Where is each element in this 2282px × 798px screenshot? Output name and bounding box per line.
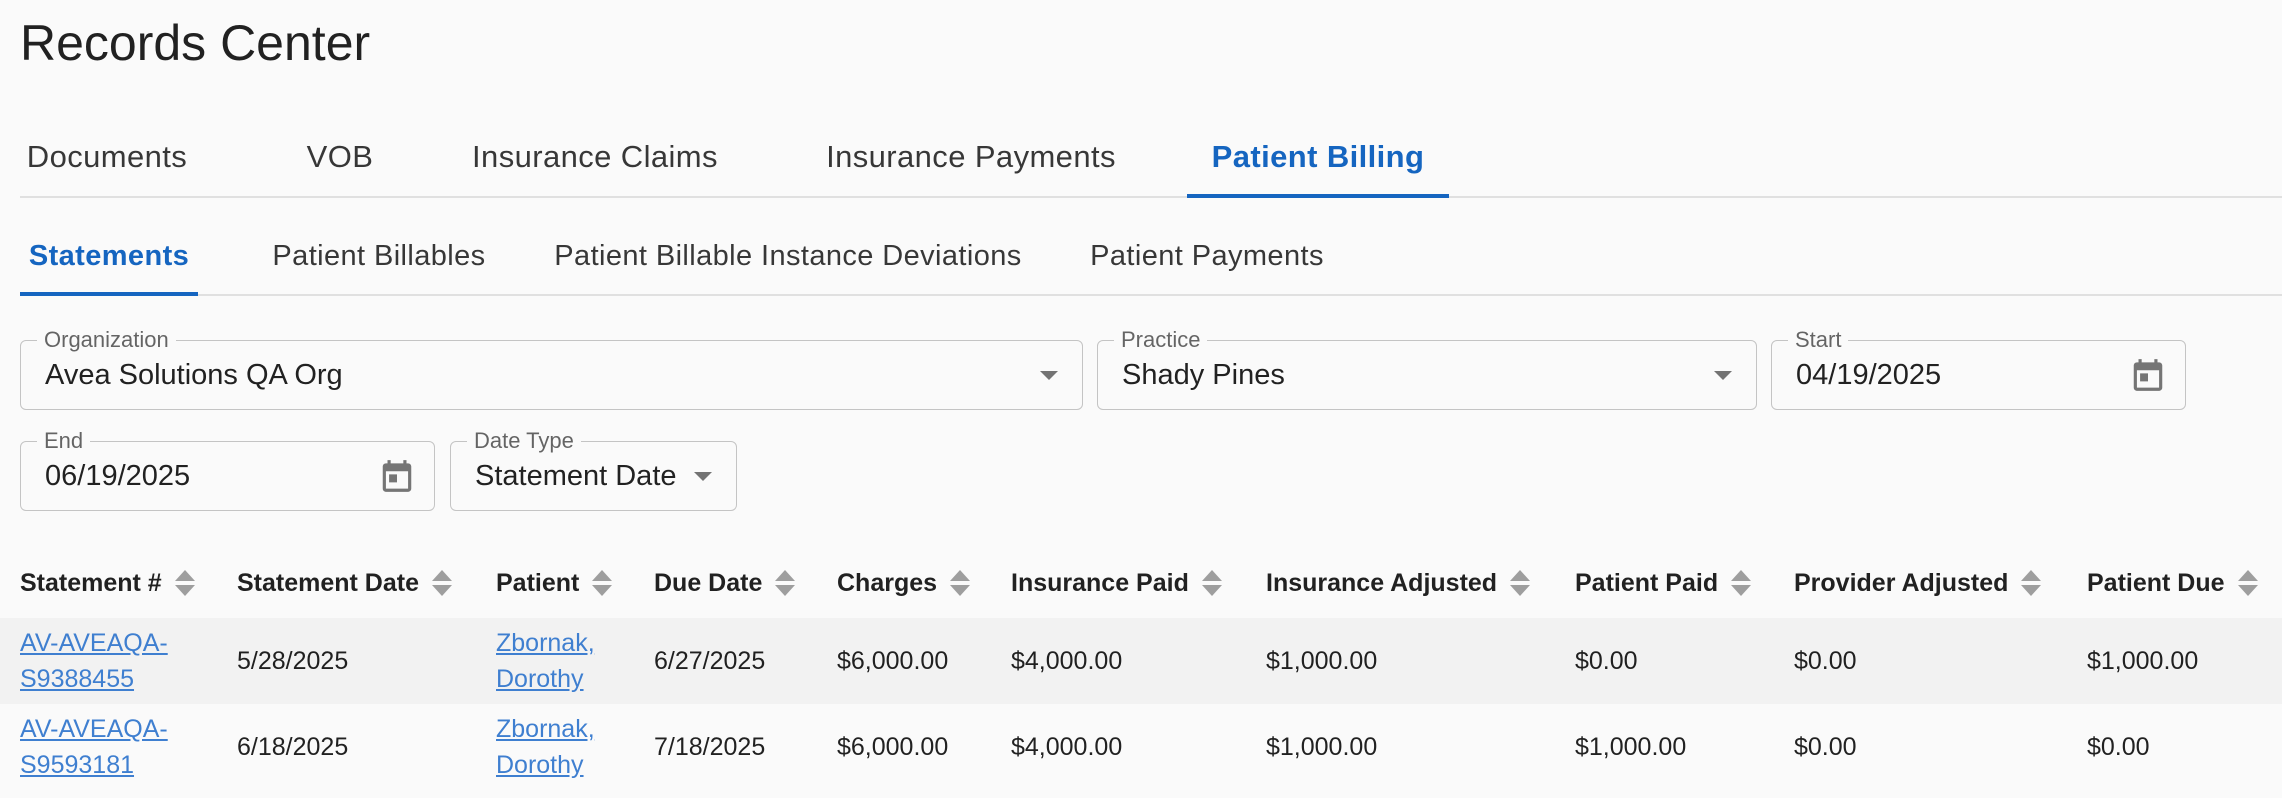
tab-patient-billables[interactable]: Patient Billables xyxy=(242,218,516,294)
column-header-label: Patient Paid xyxy=(1575,568,1719,597)
end-value: 06/19/2025 xyxy=(45,459,191,492)
sort-icon[interactable] xyxy=(1201,568,1223,598)
patient-link[interactable]: Zbornak, Dorothy xyxy=(496,711,595,783)
column-header-label: Patient Due xyxy=(2087,568,2225,597)
patient-paid-cell: $1,000.00 xyxy=(1575,733,1687,761)
practice-value: Shady Pines xyxy=(1122,358,1285,391)
patient-paid-cell: $0.00 xyxy=(1575,647,1638,675)
statement-number-cell: AV-AVEAQA- S9593181 xyxy=(20,704,168,790)
column-header-label: Due Date xyxy=(654,568,763,597)
column-header-charges[interactable]: Charges xyxy=(837,548,971,618)
chevron-down-icon xyxy=(1714,371,1732,380)
insurance-adjusted-cell: $1,000.00 xyxy=(1266,647,1378,675)
tab-vob[interactable]: VOB xyxy=(282,118,398,196)
insurance-paid-cell: $4,000.00 xyxy=(1011,647,1123,675)
calendar-icon[interactable] xyxy=(2129,356,2167,394)
sort-icon[interactable] xyxy=(2237,568,2259,598)
due-date-cell: 7/18/2025 xyxy=(654,733,766,761)
date-type-select[interactable]: Date Type Statement Date xyxy=(450,428,737,511)
statement-number-part: S9593181 xyxy=(20,751,135,779)
table-header: Statement # Statement Date Patient Due D… xyxy=(0,548,2282,618)
column-header-patient-due[interactable]: Patient Due xyxy=(2087,548,2259,618)
column-header-provider-adjusted[interactable]: Provider Adjusted xyxy=(1794,548,2042,618)
date-type-value: Statement Date xyxy=(475,459,677,492)
tab-patient-billing[interactable]: Patient Billing xyxy=(1187,118,1449,198)
charges-cell: $6,000.00 xyxy=(837,647,949,675)
sort-icon[interactable] xyxy=(1730,568,1752,598)
start-date-field[interactable]: Start 04/19/2025 xyxy=(1771,327,2186,410)
patient-name-part: Zbornak, xyxy=(496,715,595,743)
due-date-cell: 6/27/2025 xyxy=(654,647,766,675)
organization-select[interactable]: Organization Avea Solutions QA Org xyxy=(20,327,1083,410)
column-header-insurance-paid[interactable]: Insurance Paid xyxy=(1011,548,1223,618)
column-header-patient-paid[interactable]: Patient Paid xyxy=(1575,548,1752,618)
tab-patient-payments[interactable]: Patient Payments xyxy=(1056,218,1358,294)
tab-insurance-claims[interactable]: Insurance Claims xyxy=(442,118,748,196)
statement-date-cell: 6/18/2025 xyxy=(237,733,349,761)
column-header-label: Charges xyxy=(837,568,938,597)
sort-icon[interactable] xyxy=(2020,568,2042,598)
column-header-label: Insurance Adjusted xyxy=(1266,568,1498,597)
column-header-label: Provider Adjusted xyxy=(1794,568,2009,597)
chevron-down-icon xyxy=(694,472,712,481)
column-header-label: Patient xyxy=(496,568,580,597)
start-value: 04/19/2025 xyxy=(1796,358,1942,391)
sort-icon[interactable] xyxy=(174,568,196,598)
insurance-paid-cell: $4,000.00 xyxy=(1011,733,1123,761)
insurance-adjusted-cell: $1,000.00 xyxy=(1266,733,1378,761)
end-date-field[interactable]: End 06/19/2025 xyxy=(20,428,435,511)
column-header-statement-date[interactable]: Statement Date xyxy=(237,548,453,618)
organization-value: Avea Solutions QA Org xyxy=(45,358,343,391)
sort-icon[interactable] xyxy=(774,568,796,598)
column-header-label: Insurance Paid xyxy=(1011,568,1189,597)
patient-name-part: Zbornak, xyxy=(496,629,595,657)
column-header-label: Statement # xyxy=(20,568,162,597)
tab-statements[interactable]: Statements xyxy=(20,218,198,296)
column-header-due-date[interactable]: Due Date xyxy=(654,548,796,618)
provider-adjusted-cell: $0.00 xyxy=(1794,647,1857,675)
sort-icon[interactable] xyxy=(591,568,613,598)
statement-number-cell: AV-AVEAQA- S9388455 xyxy=(20,618,168,704)
statement-number-link[interactable]: AV-AVEAQA- S9388455 xyxy=(20,625,168,697)
sort-icon[interactable] xyxy=(431,568,453,598)
sort-icon[interactable] xyxy=(949,568,971,598)
calendar-icon[interactable] xyxy=(378,457,416,495)
charges-cell: $6,000.00 xyxy=(837,733,949,761)
active-tab-indicator xyxy=(1187,194,1449,198)
column-header-statement-number[interactable]: Statement # xyxy=(20,548,196,618)
sub-tab-bar: Statements Patient Billables Patient Bil… xyxy=(20,218,2282,296)
chevron-down-icon xyxy=(1040,371,1058,380)
statement-number-part: AV-AVEAQA- xyxy=(20,715,168,743)
sort-icon[interactable] xyxy=(1509,568,1531,598)
column-header-patient[interactable]: Patient xyxy=(496,548,613,618)
tab-statements-label: Statements xyxy=(28,239,190,272)
statement-number-part: AV-AVEAQA- xyxy=(20,629,168,657)
active-subtab-indicator xyxy=(20,292,198,296)
patient-name-part: Dorothy xyxy=(496,665,584,693)
practice-select[interactable]: Practice Shady Pines xyxy=(1097,327,1757,410)
statement-date-cell: 5/28/2025 xyxy=(237,647,349,675)
statement-number-part: S9388455 xyxy=(20,665,135,693)
column-header-insurance-adjusted[interactable]: Insurance Adjusted xyxy=(1266,548,1531,618)
patient-name-part: Dorothy xyxy=(496,751,584,779)
tab-patient-billing-label: Patient Billing xyxy=(1211,139,1425,174)
column-header-label: Statement Date xyxy=(237,568,419,597)
provider-adjusted-cell: $0.00 xyxy=(1794,733,1857,761)
tab-documents[interactable]: Documents xyxy=(20,118,194,196)
patient-due-cell: $1,000.00 xyxy=(2087,647,2199,675)
statement-number-link[interactable]: AV-AVEAQA- S9593181 xyxy=(20,711,168,783)
patient-cell: Zbornak, Dorothy xyxy=(496,704,595,790)
table-row[interactable]: AV-AVEAQA- S9593181 6/18/2025 Zbornak, Dor… xyxy=(0,704,2282,790)
table-row[interactable]: AV-AVEAQA- S9388455 5/28/2025 Zbornak, Dor… xyxy=(0,618,2282,704)
tab-insurance-payments[interactable]: Insurance Payments xyxy=(792,118,1150,196)
tab-patient-billable-instance-deviations[interactable]: Patient Billable Instance Deviations xyxy=(518,218,1058,294)
page-title: Records Center xyxy=(20,15,371,71)
patient-link[interactable]: Zbornak, Dorothy xyxy=(496,625,595,697)
main-tab-bar: Documents VOB Insurance Claims Insurance… xyxy=(20,118,2282,198)
patient-due-cell: $0.00 xyxy=(2087,733,2150,761)
patient-cell: Zbornak, Dorothy xyxy=(496,618,595,704)
